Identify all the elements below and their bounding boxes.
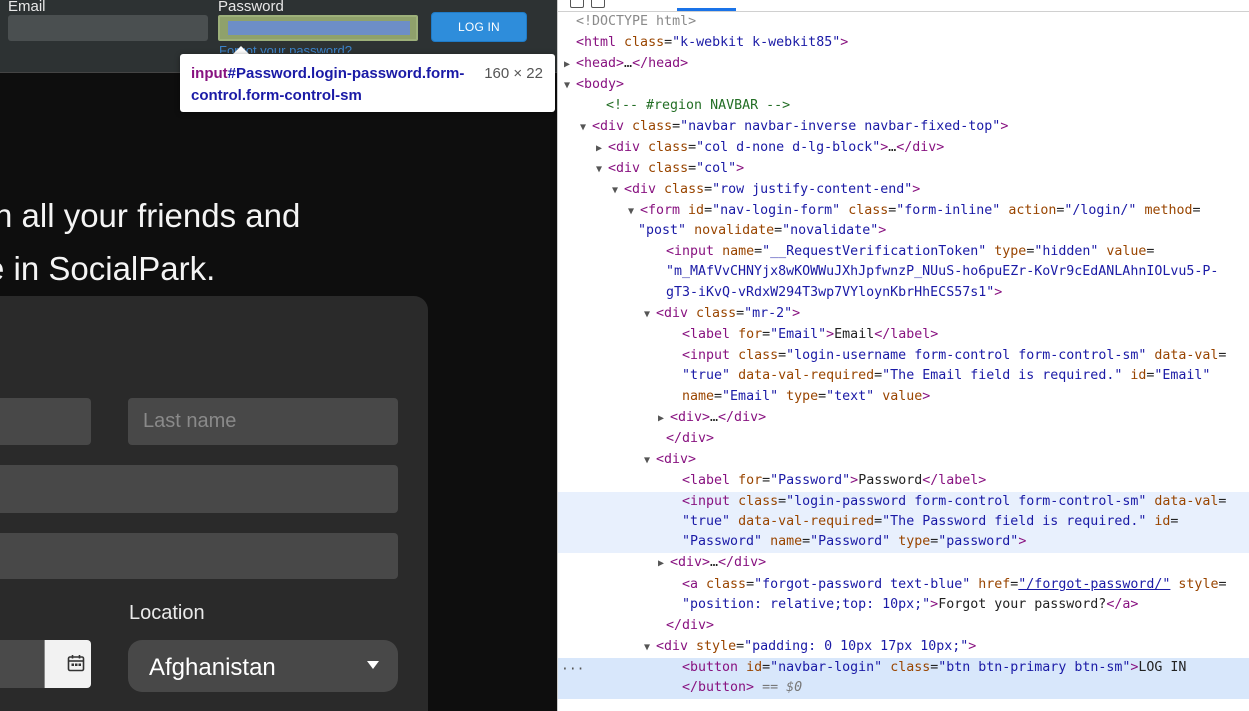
dom-node-row[interactable]: ▶ <div>…</div> (558, 408, 1249, 429)
inspect-element-icon[interactable] (570, 0, 584, 8)
dom-node-row[interactable]: <!-- #region NAVBAR --> (558, 96, 1249, 117)
collapse-triangle-icon[interactable]: ▼ (644, 638, 656, 659)
tooltip-tag: input (191, 65, 228, 82)
page-preview: Email Password Forgot your password? LOG… (0, 0, 557, 711)
login-button[interactable]: LOG IN (431, 12, 527, 42)
hero-line-2: e in SocialPark. (0, 250, 216, 287)
collapse-triangle-icon[interactable]: ▼ (580, 118, 592, 139)
dom-node-row[interactable]: ▼ <form id="nav-login-form" class="form-i… (558, 201, 1249, 222)
dom-node-row[interactable]: "position: relative;top: 10px;">Forgot y… (558, 595, 1249, 616)
date-value (0, 640, 45, 688)
dom-node-row[interactable]: ▶ <head>…</head> (558, 54, 1249, 75)
devtools-toolbar (558, 0, 1249, 12)
dom-node-row[interactable]: ▶ <div>…</div> (558, 553, 1249, 574)
dom-node-row[interactable]: "true" data-val-required="The Password f… (558, 512, 1249, 533)
email-label: Email (8, 0, 46, 15)
signup-email-input[interactable]: ss (0, 465, 398, 513)
dom-node-row[interactable]: ▼ <body> (558, 75, 1249, 96)
navbar-email-input[interactable] (8, 15, 208, 41)
navbar-password-input[interactable] (218, 15, 418, 41)
expand-triangle-icon[interactable]: ▶ (658, 409, 670, 430)
hero-line-1: n all your friends and (0, 197, 301, 234)
collapse-triangle-icon[interactable]: ▼ (612, 181, 624, 202)
calendar-icon[interactable] (67, 654, 85, 672)
dom-node-row[interactable]: <html class="k-webkit k-webkit85"> (558, 33, 1249, 54)
dom-node-row[interactable]: <button id="navbar-login" class="btn btn… (558, 658, 1249, 679)
tooltip-arrow (233, 46, 249, 54)
dom-node-row[interactable]: ▼ <div style="padding: 0 10px 17px 10px;"… (558, 637, 1249, 658)
collapse-triangle-icon[interactable]: ▼ (644, 305, 656, 326)
device-toggle-icon[interactable] (591, 0, 605, 8)
dom-node-row[interactable]: </div> (558, 429, 1249, 450)
dom-node-row[interactable]: </div> (558, 616, 1249, 637)
dom-node-row[interactable]: <label for="Email">Email</label> (558, 325, 1249, 346)
dom-node-row[interactable]: <input class="login-password form-contro… (558, 492, 1249, 513)
tooltip-selector: input#Password.login-password.form-contr… (191, 63, 471, 107)
dom-node-row[interactable]: </button> == $0 (558, 678, 1249, 699)
inspect-highlight-content (228, 21, 410, 35)
tooltip-selector-rest: #Password.login-password.form-control.fo… (191, 65, 465, 104)
dom-node-row[interactable]: ▼ <div class="row justify-content-end"> (558, 180, 1249, 201)
dom-node-row[interactable]: name="Email" type="text" value> (558, 387, 1249, 408)
dom-node-row[interactable]: <!DOCTYPE html> (558, 12, 1249, 33)
inspect-tooltip: input#Password.login-password.form-contr… (180, 54, 555, 112)
tab-elements-indicator[interactable] (677, 8, 736, 11)
dom-node-row[interactable]: gT3-iKvQ-vRdxW294T3wp7VYloynKbrHhECS57s1… (558, 283, 1249, 304)
first-name-input[interactable] (0, 398, 91, 445)
dom-node-row[interactable]: <a class="forgot-password text-blue" hre… (558, 575, 1249, 596)
dom-node-row[interactable]: ▼ <div class="col"> (558, 159, 1249, 180)
password-label: Password (218, 0, 284, 15)
expand-triangle-icon[interactable]: ▶ (596, 139, 608, 160)
collapse-triangle-icon[interactable]: ▼ (564, 76, 576, 97)
collapse-triangle-icon[interactable]: ▼ (596, 160, 608, 181)
tooltip-size: 160 × 22 (484, 65, 543, 82)
expand-triangle-icon[interactable]: ▶ (564, 55, 576, 76)
location-value: Afghanistan (149, 654, 276, 681)
dom-node-row[interactable]: ▼ <div class="mr-2"> (558, 304, 1249, 325)
last-name-input[interactable]: Last name (128, 398, 398, 445)
collapse-triangle-icon[interactable]: ▼ (628, 202, 640, 223)
dom-node-row[interactable]: <label for="Password">Password</label> (558, 471, 1249, 492)
dom-node-row[interactable]: ▶ <div class="col d-none d-lg-block">…</d… (558, 138, 1249, 159)
dom-node-row[interactable]: <input class="login-username form-contro… (558, 346, 1249, 367)
dom-node-row[interactable]: "m_MAfVvCHNYjx8wKOWWuJXhJpfwnzP_NUuS-ho6… (558, 262, 1249, 283)
location-label: Location (129, 602, 205, 624)
dom-node-row[interactable]: "Password" name="Password" type="passwor… (558, 532, 1249, 553)
signup-password-input[interactable] (0, 533, 398, 579)
chevron-down-icon (367, 661, 379, 669)
more-actions-icon[interactable]: ··· (561, 662, 584, 677)
dom-node-row[interactable]: "true" data-val-required="The Email fiel… (558, 366, 1249, 387)
devtools-panel: <!DOCTYPE html> <html class="k-webkit k-w… (557, 0, 1249, 711)
dom-node-row[interactable]: <input name="__RequestVerificationToken"… (558, 242, 1249, 263)
expand-triangle-icon[interactable]: ▶ (658, 554, 670, 575)
collapse-triangle-icon[interactable]: ▼ (644, 451, 656, 472)
dom-node-row[interactable]: "post" novalidate="novalidate"> (558, 221, 1249, 242)
dom-node-row[interactable]: ▼ <div> (558, 450, 1249, 471)
location-select[interactable]: Afghanistan (128, 640, 398, 692)
dom-node-row[interactable]: ▼ <div class="navbar navbar-inverse navba… (558, 117, 1249, 138)
